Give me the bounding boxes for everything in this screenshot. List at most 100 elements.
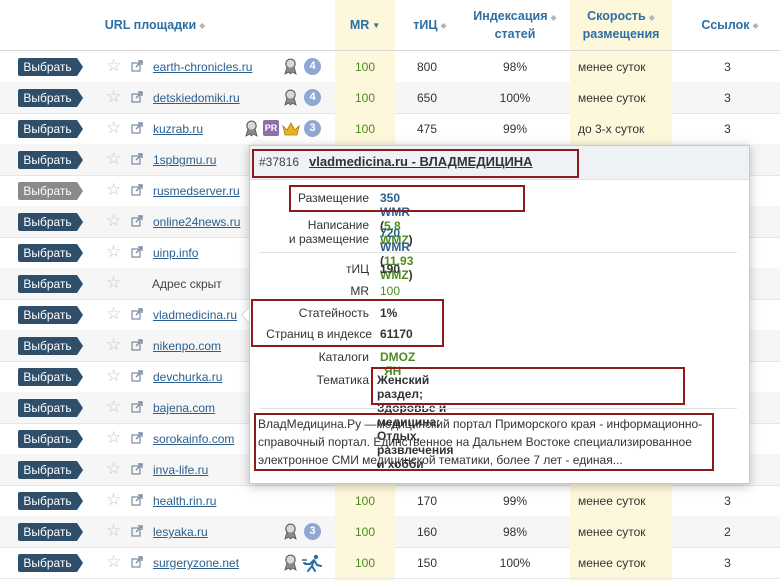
highlight-description [254, 413, 714, 471]
favorite-star-icon[interactable]: ☆ [106, 274, 121, 292]
header-tic[interactable]: тИЦ ◆ [400, 0, 460, 50]
divider [259, 408, 737, 409]
table-header: URL площадки ◆ MR ▼ тИЦ ◆ Индексация ◆ статей… [0, 0, 780, 51]
external-link-icon[interactable] [131, 401, 143, 413]
external-link-icon[interactable] [131, 463, 143, 475]
mr-value: 100 [354, 525, 376, 539]
site-url-link[interactable]: detskiedomiki.ru [153, 91, 240, 105]
site-url-link[interactable]: bajena.com [153, 401, 215, 415]
external-link-icon[interactable] [131, 432, 143, 444]
tic-label: тИЦ [346, 262, 369, 276]
favorite-star-icon[interactable]: ☆ [106, 212, 121, 230]
site-url-link[interactable]: devchurka.ru [153, 370, 222, 384]
speed-value: менее суток [578, 91, 646, 105]
site-url-link[interactable]: uinp.info [153, 246, 198, 260]
site-url-link[interactable]: sorokainfo.com [153, 432, 234, 446]
select-button[interactable]: Выбрать [18, 275, 83, 293]
favorite-star-icon[interactable]: ☆ [106, 522, 121, 540]
mr-value: 100 [354, 556, 376, 570]
favorite-star-icon[interactable]: ☆ [106, 429, 121, 447]
external-link-icon[interactable] [131, 494, 143, 506]
select-button[interactable]: Выбрать [18, 89, 83, 107]
catalog-dmoz[interactable]: DMOZ [380, 350, 415, 364]
favorite-star-icon[interactable]: ☆ [106, 367, 121, 385]
site-url-link[interactable]: inva-life.ru [153, 463, 208, 477]
favorite-star-icon[interactable]: ☆ [106, 460, 121, 478]
select-button[interactable]: Выбрать [18, 368, 83, 386]
header-speed[interactable]: Скорость ◆ размещения [570, 0, 672, 50]
speed-value: менее суток [578, 525, 646, 539]
external-link-icon[interactable] [131, 60, 143, 72]
external-link-icon[interactable] [131, 246, 143, 258]
external-link-icon[interactable] [131, 525, 143, 537]
site-url-link[interactable]: surgeryzone.net [153, 556, 239, 570]
header-url[interactable]: URL площадки ◆ [95, 0, 215, 50]
links-count: 3 [724, 91, 731, 105]
favorite-star-icon[interactable]: ☆ [106, 398, 121, 416]
select-button[interactable]: Выбрать [18, 58, 83, 76]
popup-pointer [241, 307, 249, 323]
select-button[interactable]: Выбрать [18, 399, 83, 417]
header-links[interactable]: Ссылок ◆ [690, 0, 770, 50]
favorite-star-icon[interactable]: ☆ [106, 336, 121, 354]
external-link-icon[interactable] [131, 556, 143, 568]
table-row: Выбрать ☆ health.rin.ru 100 170 99% менее сут… [0, 485, 780, 517]
sort-active-icon: ▼ [372, 20, 381, 30]
favorite-star-icon[interactable]: ☆ [106, 243, 121, 261]
site-url-link[interactable]: 1spbgmu.ru [153, 153, 216, 167]
select-button[interactable]: Выбрать [18, 244, 83, 262]
indexing-value: 100% [499, 91, 531, 105]
favorite-star-icon[interactable]: ☆ [106, 150, 121, 168]
site-url-link[interactable]: nikenpo.com [153, 339, 221, 353]
select-button[interactable]: Выбрать [18, 430, 83, 448]
external-link-icon[interactable] [131, 184, 143, 196]
pr-icon: PR [263, 120, 279, 136]
indexing-value: 100% [499, 556, 531, 570]
speed-value: менее суток [578, 556, 646, 570]
site-url-link[interactable]: health.rin.ru [153, 494, 216, 508]
favorite-star-icon[interactable]: ☆ [106, 88, 121, 106]
external-link-icon[interactable] [131, 370, 143, 382]
favorite-star-icon[interactable]: ☆ [106, 181, 121, 199]
external-link-icon[interactable] [131, 122, 143, 134]
favorite-star-icon[interactable]: ☆ [106, 305, 121, 323]
select-button[interactable]: Выбрать [18, 337, 83, 355]
site-url-link[interactable]: earth-chronicles.ru [153, 60, 252, 74]
sort-icon: ◆ [550, 12, 557, 22]
header-indexing[interactable]: Индексация ◆ статей [465, 0, 565, 50]
sort-icon: ◆ [752, 20, 759, 30]
runner-icon [302, 554, 322, 572]
highlight-topic [371, 367, 685, 405]
external-link-icon[interactable] [131, 91, 143, 103]
select-button[interactable]: Выбрать [18, 151, 83, 169]
indexing-value: 98% [502, 525, 528, 539]
select-button[interactable]: Выбрать [18, 554, 83, 572]
site-url-link[interactable]: kuzrab.ru [153, 122, 203, 136]
site-url-link[interactable]: vladmedicina.ru [153, 308, 237, 322]
table-row: Выбрать ☆ lesyaka.ru 3 100 160 98% менее суто… [0, 516, 780, 548]
external-link-icon[interactable] [131, 153, 143, 165]
select-button[interactable]: Выбрать [18, 213, 83, 231]
favorite-star-icon[interactable]: ☆ [106, 57, 121, 75]
site-url-link[interactable]: lesyaka.ru [153, 525, 208, 539]
tic-value: 650 [416, 91, 438, 105]
favorite-star-icon[interactable]: ☆ [106, 119, 121, 137]
level-badge: 3 [304, 120, 321, 137]
select-button[interactable]: Выбрать [18, 120, 83, 138]
favorite-star-icon[interactable]: ☆ [106, 553, 121, 571]
favorite-star-icon[interactable]: ☆ [106, 491, 121, 509]
site-url-link[interactable]: rusmedserver.ru [153, 184, 240, 198]
external-link-icon[interactable] [131, 308, 143, 320]
header-mr[interactable]: MR ▼ [335, 0, 395, 50]
links-count: 3 [724, 556, 731, 570]
select-button[interactable]: Выбрать [18, 306, 83, 324]
table-row: Выбрать ☆ detskiedomiki.ru 4 100 650 100% мен… [0, 82, 780, 114]
external-link-icon[interactable] [131, 339, 143, 351]
select-button[interactable]: Выбрать [18, 182, 83, 200]
select-button[interactable]: Выбрать [18, 492, 83, 510]
tic-value: 475 [416, 122, 438, 136]
select-button[interactable]: Выбрать [18, 461, 83, 479]
external-link-icon[interactable] [131, 215, 143, 227]
select-button[interactable]: Выбрать [18, 523, 83, 541]
site-url-link[interactable]: online24news.ru [153, 215, 240, 229]
